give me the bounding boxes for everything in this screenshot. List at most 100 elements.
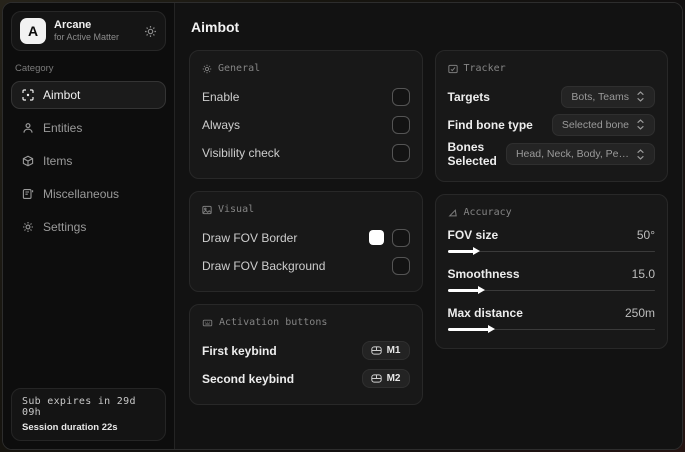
setting-label: Visibility check (202, 145, 280, 160)
setting-label: Always (202, 117, 241, 132)
sidebar: A Arcane for Active Matter Category Aimb… (3, 3, 174, 449)
image-icon (202, 205, 212, 215)
keybind-label: Second keybind (202, 371, 295, 386)
keybind-value: M2 (386, 373, 401, 384)
mouse-icon (370, 346, 382, 355)
slider-label: Max distance (447, 306, 523, 320)
gear-icon[interactable] (144, 25, 157, 38)
draw-fov-border-checkbox[interactable] (391, 228, 410, 247)
mouse-icon (370, 374, 382, 383)
keybind-value: M1 (386, 345, 401, 356)
targets-select[interactable]: Bots, Teams (561, 85, 655, 108)
setting-row: Draw FOV Border (202, 225, 410, 250)
gear-sun-icon (202, 64, 212, 74)
sidebar-item-label: Aimbot (43, 88, 81, 102)
page-title: Aimbot (191, 19, 240, 35)
app-logo: A (20, 18, 46, 44)
setting-label: Enable (202, 89, 240, 104)
sidebar-item-label: Miscellaneous (43, 187, 120, 201)
setting-label: Draw FOV Background (202, 258, 326, 273)
slider-value: 250m (624, 306, 655, 320)
visual-card-header: Visual (202, 204, 410, 215)
slider-fill (447, 247, 481, 255)
session-duration-text: Session duration 22s (22, 422, 118, 433)
tracker-card: Tracker Targets Bots, Teams Find bone ty… (434, 50, 668, 182)
second-keybind-button[interactable]: M2 (361, 369, 410, 388)
main-panel: Aimbot General Enable Always Visibility … (174, 3, 682, 449)
section-title: Accuracy (463, 207, 512, 218)
app-titles: Arcane for Active Matter (54, 19, 119, 43)
slider-value: 15.0 (631, 267, 655, 281)
slider-value: 50° (636, 228, 655, 242)
select-row: Targets Bots, Teams (447, 84, 655, 109)
select-value: Head, Neck, Body, Pe… (515, 148, 629, 160)
section-title: Visual (218, 204, 255, 215)
fov-border-color-swatch[interactable] (368, 230, 384, 245)
category-label: Category (15, 63, 54, 74)
activation-card: Activation buttons First keybind M1 Seco… (189, 304, 423, 405)
keyboard-icon (202, 318, 213, 328)
section-title: Activation buttons (219, 317, 328, 328)
fov-size-slider[interactable] (447, 246, 655, 256)
slider-fill (447, 286, 485, 294)
gear-icon (22, 221, 34, 233)
cube-icon (22, 155, 34, 167)
left-column: General Enable Always Visibility check V… (189, 50, 423, 405)
setting-row: Always (202, 112, 410, 137)
radar-icon (447, 64, 458, 74)
slider-label: Smoothness (447, 267, 520, 281)
app-subtitle: for Active Matter (54, 32, 120, 43)
enable-checkbox[interactable] (391, 87, 410, 106)
find-bone-type-select[interactable]: Selected bone (551, 113, 655, 136)
unfold-icon (636, 148, 645, 160)
setting-row: Draw FOV Background (202, 253, 410, 278)
setting-row: Enable (202, 84, 410, 109)
sidebar-item-aimbot[interactable]: Aimbot (11, 81, 166, 109)
select-label: Find bone type (447, 117, 533, 132)
setting-row: Visibility check (202, 140, 410, 165)
visibility-check-checkbox[interactable] (391, 143, 410, 162)
select-label: Targets (447, 89, 490, 104)
accuracy-card-header: Accuracy (447, 207, 656, 218)
activation-card-header: Activation buttons (202, 317, 410, 328)
app-window: A Arcane for Active Matter Category Aimb… (2, 2, 683, 450)
subscription-info: Sub expires in 29d 09h Session duration … (11, 388, 166, 441)
general-card-header: General (202, 63, 410, 74)
sidebar-item-settings[interactable]: Settings (11, 213, 166, 241)
app-header: A Arcane for Active Matter (11, 11, 166, 51)
first-keybind-button[interactable]: M1 (361, 341, 410, 360)
panel-icon (22, 188, 34, 200)
sidebar-item-entities[interactable]: Entities (11, 114, 166, 142)
sidebar-item-label: Entities (43, 121, 83, 135)
bones-selected-select[interactable]: Head, Neck, Body, Pe… (505, 143, 655, 165)
slider-fill (447, 325, 495, 333)
setting-label: Draw FOV Border (202, 230, 298, 245)
slider-row: FOV size 50° (447, 228, 655, 256)
select-value: Selected bone (561, 118, 629, 131)
sidebar-item-label: Items (43, 154, 73, 168)
slider-row: Smoothness 15.0 (447, 267, 655, 295)
sub-expires-text: Sub expires in 29d 09h (22, 396, 136, 418)
unfold-icon (636, 119, 645, 130)
slider-row: Max distance 250m (447, 306, 655, 334)
select-row: Find bone type Selected bone (447, 112, 655, 137)
draw-fov-background-checkbox[interactable] (391, 256, 410, 275)
section-title: General (218, 63, 261, 74)
always-checkbox[interactable] (391, 115, 410, 134)
crosshair-icon (22, 89, 34, 101)
select-row: Bones Selected Head, Neck, Body, Pe… (448, 140, 655, 168)
select-value: Bots, Teams (571, 90, 629, 103)
sidebar-item-miscellaneous[interactable]: Miscellaneous (11, 180, 166, 208)
smoothness-slider[interactable] (447, 285, 655, 295)
tracker-card-header: Tracker (447, 63, 656, 74)
triangle-icon (447, 208, 458, 218)
sidebar-nav: Aimbot Entities Items Miscellaneous Sett… (11, 81, 166, 241)
keybind-row: Second keybind M2 (202, 366, 410, 391)
screen: A Arcane for Active Matter Category Aimb… (0, 0, 685, 452)
general-card: General Enable Always Visibility check (189, 50, 423, 179)
right-column: Tracker Targets Bots, Teams Find bone ty… (434, 50, 668, 349)
keybind-row: First keybind M1 (202, 338, 410, 363)
app-name: Arcane (54, 19, 92, 31)
sidebar-item-items[interactable]: Items (11, 147, 166, 175)
max-distance-slider[interactable] (447, 324, 655, 334)
